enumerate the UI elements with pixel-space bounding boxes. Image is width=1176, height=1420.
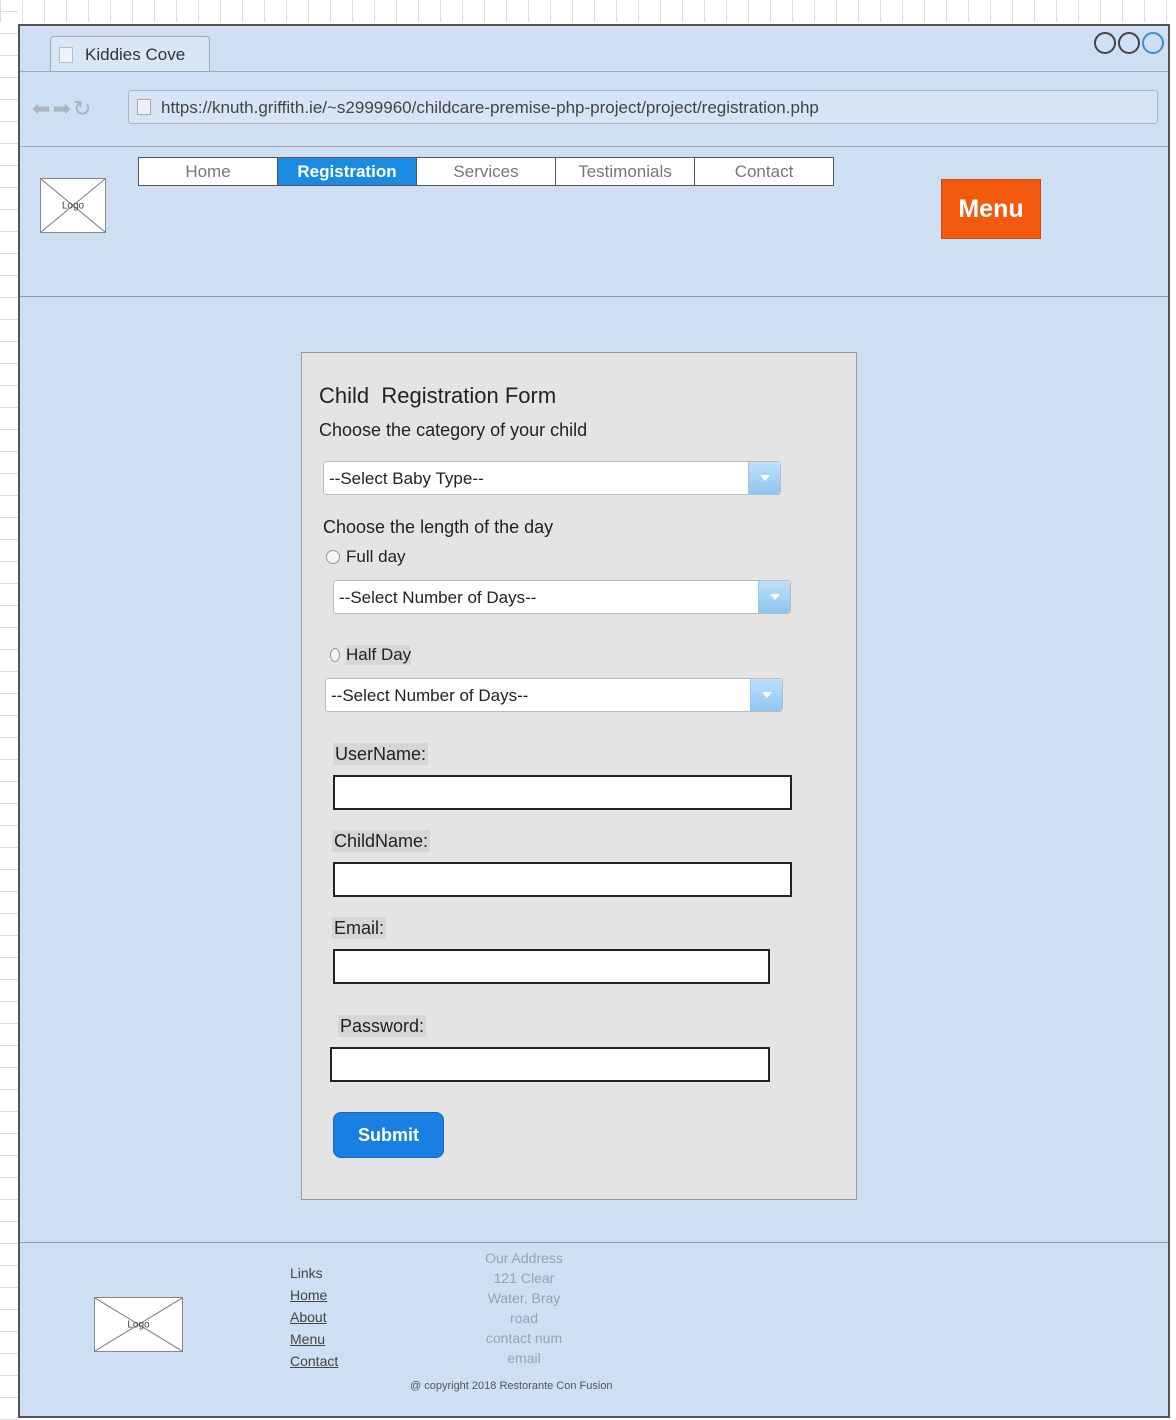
username-label-wrap: UserName:: [333, 743, 429, 765]
tab-divider: [20, 71, 1168, 72]
tab-title: Kiddies Cove: [85, 45, 186, 64]
full-day-days-select-value: --Select Number of Days--: [339, 588, 537, 607]
full-day-radio[interactable]: [326, 550, 340, 564]
email-label-wrap: Email:: [332, 917, 387, 939]
nav-item-testimonials[interactable]: Testimonials: [556, 158, 695, 185]
footer-link-about[interactable]: About: [290, 1306, 338, 1328]
baby-type-select-value: --Select Baby Type--: [329, 469, 484, 488]
chevron-down-icon[interactable]: [748, 462, 780, 494]
browser-nav-buttons: ⬅➡↻: [32, 96, 93, 122]
address-line: road: [509, 1310, 539, 1326]
password-label-wrap: Password:: [338, 1015, 427, 1037]
submit-button[interactable]: Submit: [333, 1112, 444, 1158]
browser-chrome-divider: [20, 146, 1168, 147]
maximize-icon[interactable]: [1118, 32, 1140, 54]
half-day-days-select-value: --Select Number of Days--: [331, 686, 529, 705]
footer-logo-label: Logo: [127, 1319, 150, 1330]
password-input[interactable]: [330, 1047, 770, 1082]
footer-links: Links Home About Menu Contact: [290, 1262, 338, 1372]
email-label: Email:: [332, 917, 387, 939]
username-input[interactable]: [333, 775, 792, 810]
copyright-text: @ copyright 2018 Restorante Con Fusion: [410, 1380, 613, 1392]
minimize-icon[interactable]: [1094, 32, 1116, 54]
browser-tab[interactable]: Kiddies Cove: [50, 36, 210, 72]
header-divider: [20, 296, 1168, 297]
form-title: Child Registration Form: [319, 383, 557, 408]
day-length-prompt: Choose the length of the day: [323, 517, 554, 537]
address-line: email: [507, 1350, 541, 1366]
category-prompt: Choose the category of your child: [319, 420, 588, 440]
address-line: Our Address: [485, 1250, 563, 1266]
full-day-option[interactable]: Full day: [326, 547, 406, 567]
grid-ruler-left: [0, 0, 18, 1420]
password-label: Password:: [338, 1015, 427, 1037]
footer-logo[interactable]: Logo: [94, 1297, 183, 1352]
footer-link-menu[interactable]: Menu: [290, 1328, 338, 1350]
url-text: https://knuth.griffith.ie/~s2999960/chil…: [161, 98, 819, 117]
address-bar[interactable]: https://knuth.griffith.ie/~s2999960/chil…: [128, 90, 1158, 124]
footer-divider: [20, 1242, 1168, 1243]
reload-icon[interactable]: ↻: [73, 96, 93, 121]
chevron-down-icon[interactable]: [758, 581, 790, 613]
half-day-days-select[interactable]: --Select Number of Days--: [325, 678, 783, 712]
half-day-label: Half Day: [346, 645, 412, 665]
username-label: UserName:: [333, 743, 429, 765]
footer-link-contact[interactable]: Contact: [290, 1350, 338, 1372]
footer-link-home[interactable]: Home: [290, 1284, 338, 1306]
page-icon: [59, 47, 73, 63]
full-day-label: Full day: [346, 547, 406, 566]
back-arrow-icon[interactable]: ⬅: [32, 96, 52, 121]
window-controls: [1094, 32, 1164, 54]
chevron-down-icon[interactable]: [750, 679, 782, 711]
half-day-option[interactable]: Half Day: [330, 645, 412, 665]
site-logo[interactable]: Logo: [40, 178, 106, 233]
grid-ruler-top: [0, 0, 1176, 22]
email-input[interactable]: [333, 949, 770, 984]
nav-item-home[interactable]: Home: [139, 158, 278, 185]
main-nav: Home Registration Services Testimonials …: [138, 157, 834, 186]
childname-input[interactable]: [333, 862, 792, 897]
full-day-days-select[interactable]: --Select Number of Days--: [333, 580, 791, 614]
childname-label-wrap: ChildName:: [332, 830, 431, 852]
half-day-radio[interactable]: [330, 648, 340, 662]
address-line: 121 Clear: [493, 1270, 555, 1286]
browser-window: Kiddies Cove ⬅➡↻ https://knuth.griffith.…: [18, 24, 1170, 1418]
forward-arrow-icon[interactable]: ➡: [52, 96, 72, 121]
page-icon: [137, 99, 151, 115]
baby-type-select[interactable]: --Select Baby Type--: [323, 461, 781, 495]
close-icon[interactable]: [1142, 32, 1164, 54]
footer-links-heading: Links: [290, 1265, 323, 1281]
address-line: contact num: [485, 1330, 563, 1346]
logo-label: Logo: [61, 200, 85, 211]
nav-item-services[interactable]: Services: [417, 158, 556, 185]
nav-item-registration[interactable]: Registration: [278, 158, 417, 185]
childname-label: ChildName:: [332, 830, 431, 852]
menu-button[interactable]: Menu: [941, 179, 1041, 239]
nav-item-contact[interactable]: Contact: [695, 158, 833, 185]
registration-form: Child Registration Form Choose the categ…: [301, 352, 857, 1200]
footer-address: Our Address 121 Clear Water, Bray road c…: [456, 1248, 592, 1368]
address-line: Water, Bray: [487, 1290, 561, 1306]
